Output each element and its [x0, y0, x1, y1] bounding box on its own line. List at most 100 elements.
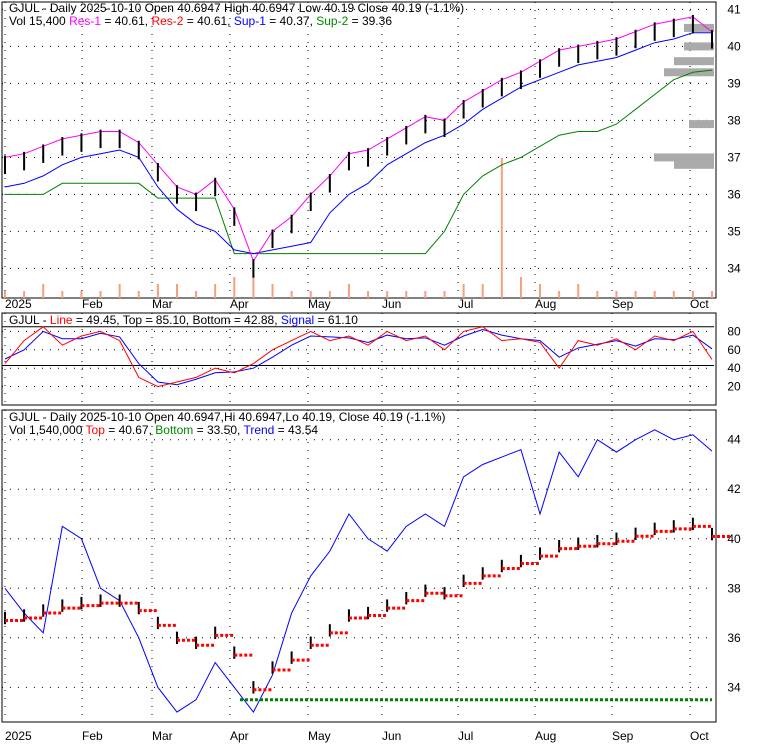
y-tick-label: 42: [727, 482, 741, 496]
y-tick-label: 40: [727, 532, 741, 546]
volume-bar: [711, 291, 713, 298]
signal-label: Signal: [280, 313, 315, 327]
bottom-label: Bottom: [155, 423, 194, 437]
volume-bar: [634, 291, 637, 298]
line-label: Line: [49, 313, 73, 327]
month-label: Oct: [690, 729, 709, 743]
volume-bar: [156, 284, 159, 298]
month-label: Sep: [612, 729, 634, 743]
sup2-value: = 39.36: [348, 14, 392, 28]
volume-bar: [42, 284, 45, 298]
volume-profile-bar: [689, 120, 714, 129]
volume-bar: [195, 291, 198, 298]
panel3-title: GJUL - Daily 2025-10-10 Open 40.6947,Hi …: [9, 410, 446, 424]
month-label: Mar: [152, 729, 173, 743]
month-label: May: [308, 729, 331, 743]
volume-profile-bar: [664, 68, 714, 77]
panel3-legend: Vol 1,540,000 Top = 40.67, Bottom = 33.5…: [9, 423, 318, 437]
panel1-legend: Vol 15,400 Res-1 = 40.61, Res-2 = 40.61,…: [9, 14, 392, 28]
y-tick-label: 36: [727, 187, 741, 201]
volume-bar: [4, 291, 6, 298]
volume-bar: [558, 291, 561, 298]
volume-bar: [539, 284, 542, 298]
y-tick-label: 34: [727, 680, 741, 694]
vol-text: Vol 1,540,000: [9, 423, 86, 437]
volume-bar: [424, 291, 427, 298]
trend-label: Trend: [243, 423, 275, 437]
volume-bar: [519, 277, 522, 298]
volume-profile-bar: [684, 23, 714, 32]
line-values: = 49.45, Top = 85.10, Bottom = 42.88,: [72, 313, 281, 327]
trend-value: = 43.54: [274, 423, 319, 437]
volume-bar: [443, 291, 446, 298]
month-label: Feb: [82, 297, 103, 311]
volume-bar: [309, 291, 312, 298]
volume-bar: [615, 291, 618, 298]
y-tick-label: 80: [727, 324, 741, 338]
month-label: 2025: [5, 297, 32, 311]
volume-bar: [500, 158, 503, 298]
y-tick-label: 34: [727, 261, 741, 275]
volume-bar: [691, 291, 694, 298]
panel2-legend: GJUL - Line = 49.45, Top = 85.10, Bottom…: [9, 313, 358, 327]
month-label: May: [308, 297, 331, 311]
y-tick-label: 39: [727, 76, 741, 90]
volume-bar: [271, 284, 274, 298]
volume-bar: [462, 284, 465, 298]
vol-text: Vol 15,400: [9, 14, 66, 28]
volume-bar: [405, 291, 408, 298]
chart-svg: 34 35 36 37 38 39 40 41 20 40 60 80 34 36 38 40 42 44 2025…: [1, 1, 741, 743]
volume-bar: [367, 291, 370, 298]
panel-3-frame: [1, 409, 717, 723]
volume-bar: [596, 291, 599, 298]
volume-bar: [137, 291, 140, 298]
volume-bar: [653, 291, 656, 298]
y-tick-label: 37: [727, 150, 741, 164]
res1-value: = 40.61,: [101, 14, 152, 28]
volume-bar: [577, 284, 580, 298]
month-label: Jul: [458, 297, 473, 311]
month-label: Jun: [382, 297, 401, 311]
res2-label: Res-2: [151, 14, 184, 28]
volume-bar: [118, 284, 121, 298]
volume-profile-bar: [684, 42, 714, 51]
y-tick-label: 40: [727, 39, 741, 53]
month-label: Aug: [535, 297, 556, 311]
y-tick-label: 44: [727, 433, 741, 447]
volume-bar: [481, 284, 484, 298]
volume-bar: [233, 277, 236, 298]
month-label: Jun: [382, 729, 401, 743]
panel2-prefix: GJUL -: [9, 313, 50, 327]
y-tick-label: 41: [727, 2, 741, 16]
volume-bar: [175, 284, 178, 298]
y-tick-label: 35: [727, 224, 741, 238]
y-tick-label: 36: [727, 631, 741, 645]
month-label: Apr: [230, 729, 249, 743]
volume-profile-bar: [674, 57, 714, 66]
top-value: = 40.67,: [104, 423, 156, 437]
month-label: Sep: [612, 297, 634, 311]
month-label: Apr: [230, 297, 249, 311]
volume-bar: [290, 291, 293, 298]
month-label: Mar: [152, 297, 173, 311]
volume-bar: [80, 291, 83, 298]
month-label: Aug: [535, 729, 556, 743]
volume-bar: [214, 284, 217, 298]
volume-bar: [347, 284, 350, 298]
volume-bar: [328, 291, 331, 298]
volume-bar: [99, 291, 102, 298]
volume-profile-bar: [654, 153, 714, 162]
y-tick-label: 40: [727, 361, 741, 375]
month-label: 2025: [5, 729, 32, 743]
sup2-label: Sup-2: [316, 14, 349, 28]
top-label: Top: [85, 423, 105, 437]
volume-bar: [386, 291, 389, 298]
volume-profile-bar: [674, 160, 714, 169]
volume-bar: [61, 291, 64, 298]
panel1-title: GJUL - Daily 2025-10-10 Open 40.6947 Hig…: [9, 1, 465, 15]
chart-container: 34 35 36 37 38 39 40 41 20 40 60 80 34 36 38 40 42 44 2025…: [0, 0, 780, 745]
sup1-value: = 40.37,: [265, 14, 317, 28]
signal-value: = 61.10: [314, 313, 358, 327]
month-label: Oct: [690, 297, 709, 311]
month-label: Jul: [458, 729, 473, 743]
